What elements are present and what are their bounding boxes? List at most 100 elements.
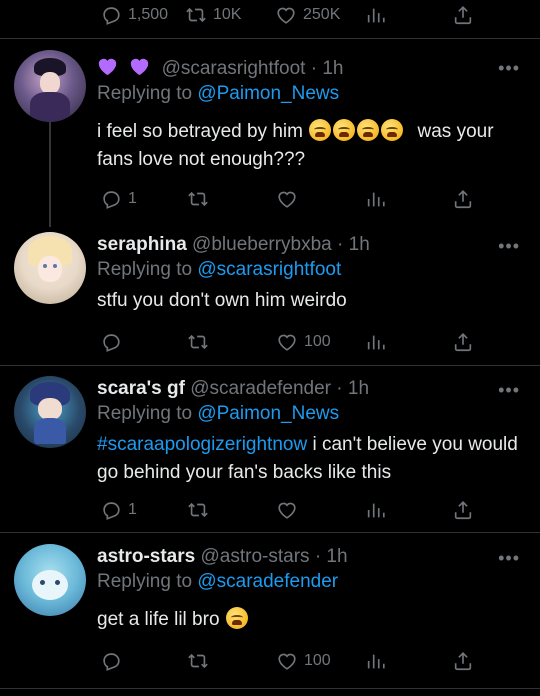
divider	[0, 688, 540, 689]
tweet-text-part: i feel so betrayed by him	[97, 121, 303, 142]
analytics-icon	[365, 499, 387, 521]
more-icon[interactable]: •••	[498, 548, 520, 569]
reply-icon	[100, 4, 122, 26]
reply-button[interactable]	[100, 327, 122, 357]
replying-to: Replying to @scarasrightfoot	[97, 259, 341, 281]
like-count: 100	[304, 333, 331, 350]
reply-button[interactable]: 1	[100, 184, 137, 214]
retweet-button[interactable]	[187, 646, 209, 676]
like-count: 250K	[303, 6, 341, 23]
handle[interactable]: @scaradefender	[190, 378, 331, 399]
heart-icon	[276, 499, 298, 521]
crying-emoji	[381, 119, 404, 141]
purple-heart-icon	[131, 58, 149, 76]
dot-separator: ·	[337, 234, 344, 255]
display-name[interactable]: scara's gf	[97, 378, 185, 399]
replying-to-label: Replying to	[97, 571, 193, 592]
retweet-button[interactable]	[187, 184, 209, 214]
reply-icon	[100, 499, 122, 521]
reply-to-link[interactable]: @Paimon_News	[197, 403, 339, 424]
timestamp[interactable]: 1h	[348, 378, 369, 399]
reply-to-link[interactable]: @Paimon_News	[197, 83, 339, 104]
dot-separator: ·	[310, 58, 318, 79]
display-name-hearts[interactable]	[97, 58, 156, 79]
divider	[0, 532, 540, 533]
like-count: 100	[304, 652, 331, 669]
like-button[interactable]	[276, 184, 298, 214]
tweet-text: get a life lil bro	[97, 606, 522, 634]
retweet-button[interactable]: 10K	[185, 0, 241, 30]
share-icon	[452, 331, 474, 353]
like-button[interactable]: 100	[276, 646, 331, 676]
avatar[interactable]	[14, 50, 86, 122]
like-button[interactable]: 250K	[275, 0, 340, 30]
share-button[interactable]	[452, 184, 474, 214]
share-icon	[452, 650, 474, 672]
heart-icon	[276, 331, 298, 353]
reply-to-link[interactable]: @scaradefender	[197, 571, 338, 592]
like-button[interactable]	[276, 495, 298, 525]
views-button[interactable]	[365, 646, 387, 676]
share-button[interactable]	[452, 327, 474, 357]
views-button[interactable]	[365, 0, 387, 30]
more-icon[interactable]: •••	[498, 380, 520, 401]
tweet-header: seraphina @blueberrybxba · 1h	[97, 234, 370, 256]
views-button[interactable]	[365, 327, 387, 357]
heart-icon	[276, 188, 298, 210]
purple-heart-icon	[98, 58, 117, 76]
replying-to: Replying to @scaradefender	[97, 571, 338, 593]
handle[interactable]: @astro-stars	[201, 546, 310, 567]
share-button[interactable]	[452, 0, 474, 30]
top-tweet-actions: 1,500 10K 250K	[0, 0, 540, 30]
tweet-actions: 1	[0, 184, 540, 214]
timestamp[interactable]: 1h	[322, 58, 343, 79]
tweet-text: i feel so betrayed by him was your fans …	[97, 118, 522, 174]
tweet-text: stfu you don't own him weirdo	[97, 290, 347, 311]
retweet-icon	[187, 331, 209, 353]
tweet-actions: 100	[0, 646, 540, 676]
avatar[interactable]	[14, 544, 86, 616]
display-name[interactable]: astro-stars	[97, 546, 195, 567]
reply-icon	[100, 650, 122, 672]
retweet-icon	[187, 188, 209, 210]
retweet-button[interactable]	[187, 495, 209, 525]
retweet-count: 10K	[213, 6, 242, 23]
more-icon[interactable]: •••	[498, 58, 520, 79]
reply-button[interactable]: 1	[100, 495, 137, 525]
retweet-icon	[187, 499, 209, 521]
share-icon	[452, 499, 474, 521]
handle[interactable]: @blueberrybxba	[192, 234, 332, 255]
tweet-header: scara's gf @scaradefender · 1h	[97, 378, 369, 400]
tweet-text-part: get a life lil bro	[97, 609, 220, 630]
reply-count: 1	[128, 190, 137, 207]
crying-emoji	[357, 119, 380, 141]
timestamp[interactable]: 1h	[349, 234, 370, 255]
replying-to: Replying to @Paimon_News	[97, 83, 339, 105]
tweet-header: astro-stars @astro-stars · 1h	[97, 546, 348, 568]
timestamp[interactable]: 1h	[326, 546, 347, 567]
display-name[interactable]: seraphina	[97, 234, 187, 255]
replying-to-label: Replying to	[97, 259, 193, 280]
tweet-actions: 100	[0, 327, 540, 357]
retweet-icon	[187, 650, 209, 672]
views-button[interactable]	[365, 495, 387, 525]
like-button[interactable]: 100	[276, 327, 331, 357]
avatar[interactable]	[14, 232, 86, 304]
avatar[interactable]	[14, 376, 86, 448]
analytics-icon	[365, 188, 387, 210]
reply-button[interactable]: 1,500	[100, 0, 168, 30]
divider	[0, 38, 540, 39]
reply-count: 1	[128, 501, 137, 518]
share-button[interactable]	[452, 646, 474, 676]
retweet-button[interactable]	[187, 327, 209, 357]
crying-emoji	[225, 607, 248, 629]
handle[interactable]: @scarasrightfoot	[162, 58, 306, 79]
share-button[interactable]	[452, 495, 474, 525]
crying-emoji	[309, 119, 332, 141]
reply-button[interactable]	[100, 646, 122, 676]
reply-icon	[100, 188, 122, 210]
more-icon[interactable]: •••	[498, 236, 520, 257]
hashtag-link[interactable]: #scaraapologizerightnow	[97, 434, 307, 455]
views-button[interactable]	[365, 184, 387, 214]
reply-to-link[interactable]: @scarasrightfoot	[197, 259, 341, 280]
